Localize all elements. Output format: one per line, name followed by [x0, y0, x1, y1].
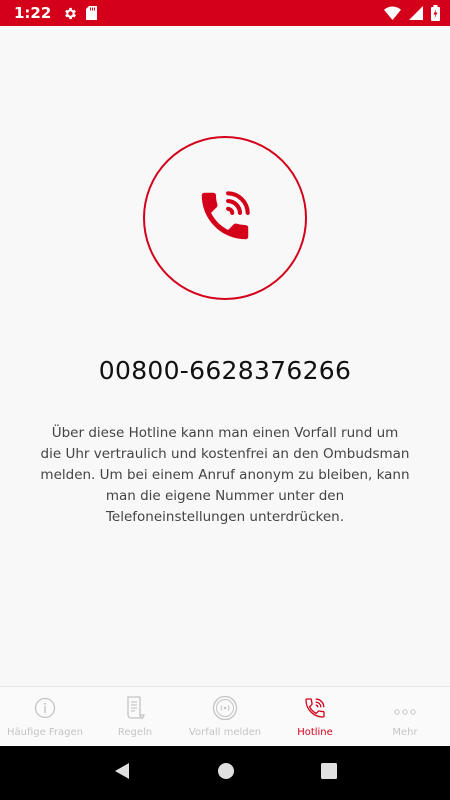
nav-label-more: Mehr	[392, 727, 418, 738]
phone-calling-icon	[303, 696, 327, 724]
recents-icon[interactable]	[321, 763, 337, 783]
document-icon	[124, 695, 146, 725]
home-icon[interactable]	[217, 762, 235, 784]
hotline-description: Über diese Hotline kann man einen Vorfal…	[40, 425, 410, 525]
wifi-icon	[384, 6, 401, 20]
bottom-nav: Häufige Fragen Regeln Vorfall melden Hot	[0, 686, 450, 746]
gear-icon	[63, 6, 78, 21]
hotline-screen: 00800-6628376266 Über diese Hotline kann…	[0, 26, 450, 686]
broadcast-icon	[212, 695, 238, 725]
nav-item-more[interactable]: Mehr	[360, 687, 450, 746]
system-nav-bar	[0, 746, 450, 800]
nav-item-rules[interactable]: Regeln	[90, 687, 180, 746]
signal-icon	[409, 6, 423, 20]
call-hotline-button[interactable]	[143, 136, 307, 300]
sd-card-icon	[86, 6, 98, 20]
status-time: 1:22	[14, 4, 52, 22]
phone-calling-icon	[194, 185, 256, 251]
hotline-number[interactable]: 00800-6628376266	[0, 356, 450, 385]
more-dots-icon	[393, 701, 417, 720]
nav-label-faq: Häufige Fragen	[6, 727, 84, 738]
status-bar: 1:22	[0, 0, 450, 26]
nav-item-report[interactable]: Vorfall melden	[180, 687, 270, 746]
nav-label-hotline: Hotline	[297, 727, 333, 738]
nav-label-rules: Regeln	[117, 727, 153, 738]
battery-icon	[431, 5, 440, 21]
nav-label-report: Vorfall melden	[188, 727, 262, 738]
info-icon	[34, 697, 56, 723]
nav-item-hotline[interactable]: Hotline	[270, 687, 360, 746]
nav-item-faq[interactable]: Häufige Fragen	[0, 687, 90, 746]
back-icon[interactable]	[113, 762, 131, 784]
